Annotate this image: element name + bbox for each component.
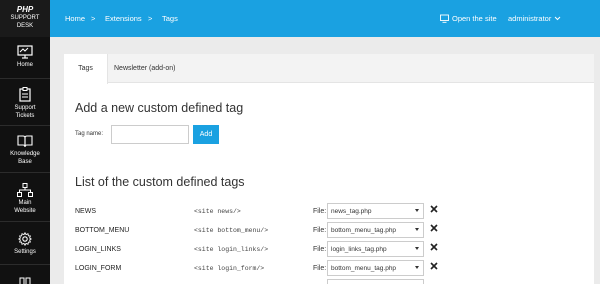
file-select[interactable]: bottom_menu_tag.php [327, 260, 424, 276]
monitor-icon [17, 45, 33, 59]
sidebar-item-label: Home [16, 62, 33, 68]
breadcrumb-tags: Tags [162, 14, 178, 23]
breadcrumb-separator: > [91, 14, 96, 23]
caret-down-icon [415, 209, 419, 212]
delete-icon[interactable] [430, 205, 438, 213]
tab-tags[interactable]: Tags [64, 54, 108, 84]
breadcrumb-extensions[interactable]: Extensions [105, 14, 142, 23]
file-select-value: news_tag.php [331, 208, 372, 215]
file-select-value: bottom_menu_tag.php [331, 227, 397, 234]
file-select-value: bottom_menu_tag.php [331, 265, 397, 272]
gear-icon [18, 232, 32, 246]
sidebar-item-settings[interactable]: Settings [0, 223, 50, 265]
delete-icon[interactable] [430, 262, 438, 270]
file-select[interactable]: login_links_tag.php [327, 241, 424, 257]
file-select[interactable]: news_tag.php [327, 203, 424, 219]
tab-newsletter[interactable]: Newsletter (add-on) [114, 54, 175, 83]
tag-code: <site bottom_menu/> [194, 227, 269, 234]
file-label: File: [313, 246, 327, 253]
caret-down-icon [415, 247, 419, 250]
brand-line2: SUPPORT [10, 15, 40, 21]
delete-icon[interactable] [430, 224, 438, 232]
table-row: BOTTOM_MENU <site bottom_menu/> File: bo… [64, 222, 594, 241]
tag-code: <site login_links/> [194, 246, 269, 253]
chevron-down-icon [555, 16, 561, 21]
clipboard-icon [19, 87, 31, 102]
table-row: NEWS <site news/> File: news_tag.php [64, 203, 594, 222]
brand-line1: PHP [16, 5, 34, 14]
book-icon [17, 135, 33, 148]
sidebar-item-label: Settings [14, 249, 36, 255]
tag-name: NEWS [75, 208, 96, 215]
file-label: File: [313, 227, 327, 234]
monitor-small-icon [440, 14, 449, 23]
sidebar-item-home[interactable]: Home [0, 37, 50, 79]
sidebar-item-support-tickets[interactable]: Support Tickets [0, 80, 50, 126]
tag-name: LOGIN_LINKS [75, 246, 121, 253]
file-select[interactable]: bottom_menu_tag.php [327, 222, 424, 238]
tab-bar: Tags Newsletter (add-on) [64, 54, 594, 84]
tag-list-heading: List of the custom defined tags [75, 175, 245, 189]
tag-name-label: Tag name: [75, 131, 104, 137]
user-name: administrator [508, 14, 552, 23]
file-label: File: [313, 265, 327, 272]
sitemap-icon [17, 183, 33, 197]
sidebar-item-main-website[interactable]: Main Website [0, 174, 50, 222]
file-select-value: login_links_tag.php [331, 246, 387, 253]
brand-logo[interactable]: PHP SUPPORT DESK [0, 0, 50, 37]
table-row: LOGIN_LINKS <site login_links/> File: lo… [64, 241, 594, 260]
user-menu[interactable]: administrator [508, 14, 561, 23]
sidebar: PHP SUPPORT DESK Home Support Tickets Kn… [0, 0, 50, 284]
file-label: File: [313, 208, 327, 215]
file-select[interactable] [327, 279, 424, 284]
breadcrumb-home[interactable]: Home [65, 14, 85, 23]
add-button[interactable]: Add [193, 125, 219, 144]
table-row: LOGIN_FORM <site login_form/> File: bott… [64, 260, 594, 279]
sidebar-item-label: Support Tickets [14, 105, 36, 119]
top-bar: Home > Extensions > Tags Open the site a… [50, 0, 600, 37]
add-tag-heading: Add a new custom defined tag [75, 101, 244, 115]
open-site-label: Open the site [452, 14, 497, 23]
brand-line3: DESK [16, 23, 34, 29]
tag-code: <site login_form/> [194, 265, 265, 272]
sidebar-item-label: Main Website [14, 200, 36, 214]
main-card: Tags Newsletter (add-on) Add a new custo… [64, 54, 594, 284]
tag-code: <site news/> [194, 208, 241, 215]
breadcrumb-separator: > [148, 14, 153, 23]
tag-name-input[interactable] [111, 125, 189, 144]
sidebar-item-knowledge-base[interactable]: Knowledge Base [0, 127, 50, 173]
table-row [64, 279, 594, 284]
caret-down-icon [415, 266, 419, 269]
caret-down-icon [415, 228, 419, 231]
book-open-icon [19, 274, 31, 284]
open-site-link[interactable]: Open the site [440, 14, 497, 23]
tag-name: LOGIN_FORM [75, 265, 122, 272]
tag-name: BOTTOM_MENU [75, 227, 130, 234]
sidebar-item-label: Knowledge Base [10, 151, 40, 165]
delete-icon[interactable] [430, 243, 438, 251]
